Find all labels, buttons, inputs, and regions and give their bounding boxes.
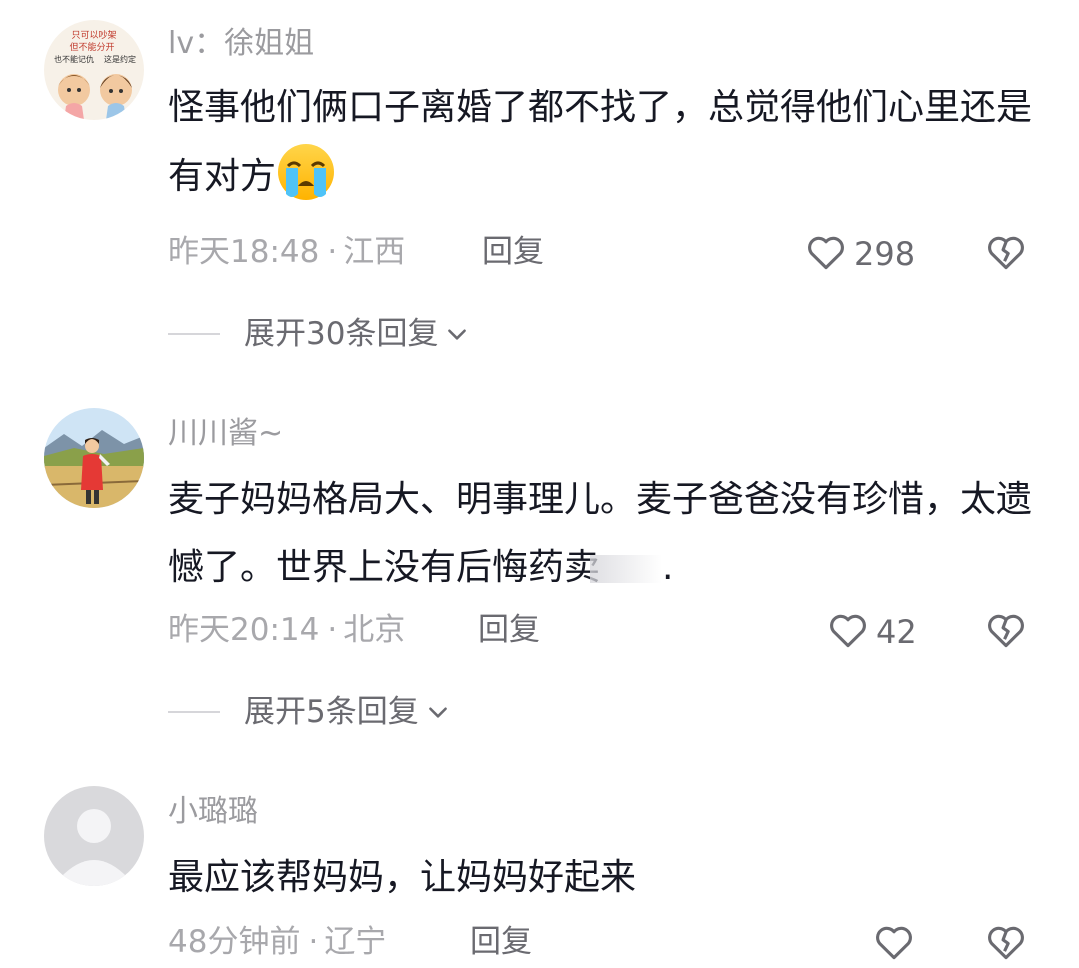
comment-item: 小璐璐 最应该帮妈妈，让妈妈好起来 48分钟前 · 辽宁 回复 xyxy=(0,780,1079,968)
avatar-text-line: 这是约定 xyxy=(104,54,136,64)
meta-separator: · xyxy=(327,234,338,270)
comment-meta: 48分钟前 · 辽宁 xyxy=(168,922,386,962)
chevron-down-icon xyxy=(444,321,470,347)
expand-replies-label: 展开5条回复 xyxy=(244,694,419,730)
avatar-text-line: 但不能分开 xyxy=(69,41,114,53)
avatar[interactable] xyxy=(44,786,144,886)
comment-location: 江西 xyxy=(343,234,406,270)
comment-time: 48分钟前 xyxy=(168,924,301,960)
comment-item: 只可以吵架 但不能分开 也不能记仇 这是约定 lv：徐姐姐 怪事他们俩口子离婚了… xyxy=(0,0,1079,380)
comment-username[interactable]: 小璐璐 xyxy=(168,792,258,832)
comment-location: 北京 xyxy=(343,612,406,648)
comment-text: 最应该帮妈妈，让妈妈好起来 xyxy=(168,844,1048,912)
expand-divider xyxy=(168,711,220,713)
broken-heart-icon xyxy=(984,236,1028,278)
heart-outline-icon xyxy=(826,608,870,656)
reply-button[interactable]: 回复 xyxy=(470,922,532,962)
expand-replies-label: 展开30条回复 xyxy=(244,316,439,352)
text-fade-overlay xyxy=(590,555,663,583)
avatar[interactable]: 只可以吵架 但不能分开 也不能记仇 这是约定 xyxy=(44,20,144,120)
comment-text-trailing: . xyxy=(662,547,674,588)
avatar-text-line: 只可以吵架 xyxy=(71,29,116,41)
comment-time: 昨天18:48 xyxy=(168,234,320,270)
chevron-down-icon xyxy=(425,699,451,725)
reply-button[interactable]: 回复 xyxy=(478,610,540,650)
expand-divider xyxy=(168,333,220,335)
avatar-text-line: 也不能记仇 xyxy=(54,54,94,64)
dislike-button[interactable] xyxy=(984,608,1028,656)
comment-text-body: 最应该帮妈妈，让妈妈好起来 xyxy=(168,857,637,898)
like-count: 42 xyxy=(876,613,917,651)
like-button[interactable]: 298 xyxy=(804,230,915,278)
comment-text: 怪事他们俩口子离婚了都不找了，总觉得他们心里还是有对方 xyxy=(168,74,1048,211)
comment-username[interactable]: 川川酱~ xyxy=(168,414,283,454)
reply-button[interactable]: 回复 xyxy=(482,232,544,272)
comment-username[interactable]: lv：徐姐姐 xyxy=(168,24,314,64)
meta-separator: · xyxy=(308,924,319,960)
dislike-button[interactable] xyxy=(984,230,1028,278)
broken-heart-icon xyxy=(984,926,1028,968)
like-count: 298 xyxy=(854,235,916,273)
comment-time: 昨天20:14 xyxy=(168,612,320,648)
like-button[interactable]: 42 xyxy=(826,608,917,656)
loudly-crying-face-icon xyxy=(276,142,336,202)
comment-item: 川川酱~ 麦子妈妈格局大、明事理儿。麦子爸爸没有珍惜，太遗憾了。世界上没有后悔药… xyxy=(0,400,1079,780)
comment-location: 辽宁 xyxy=(324,924,387,960)
meta-separator: · xyxy=(327,612,338,648)
expand-replies-button[interactable]: 展开30条回复 xyxy=(168,314,470,354)
avatar[interactable] xyxy=(44,408,144,508)
broken-heart-icon xyxy=(984,614,1028,656)
heart-outline-icon xyxy=(872,920,916,968)
like-button[interactable] xyxy=(872,920,922,968)
comment-meta: 昨天18:48 · 江西 xyxy=(168,232,405,272)
comment-text: 麦子妈妈格局大、明事理儿。麦子爸爸没有珍惜，太遗憾了。世界上没有后悔药卖. xyxy=(168,466,1048,602)
comment-meta: 昨天20:14 · 北京 xyxy=(168,610,405,650)
expand-replies-button[interactable]: 展开5条回复 xyxy=(168,692,451,732)
heart-outline-icon xyxy=(804,230,848,278)
dislike-button[interactable] xyxy=(984,920,1028,968)
